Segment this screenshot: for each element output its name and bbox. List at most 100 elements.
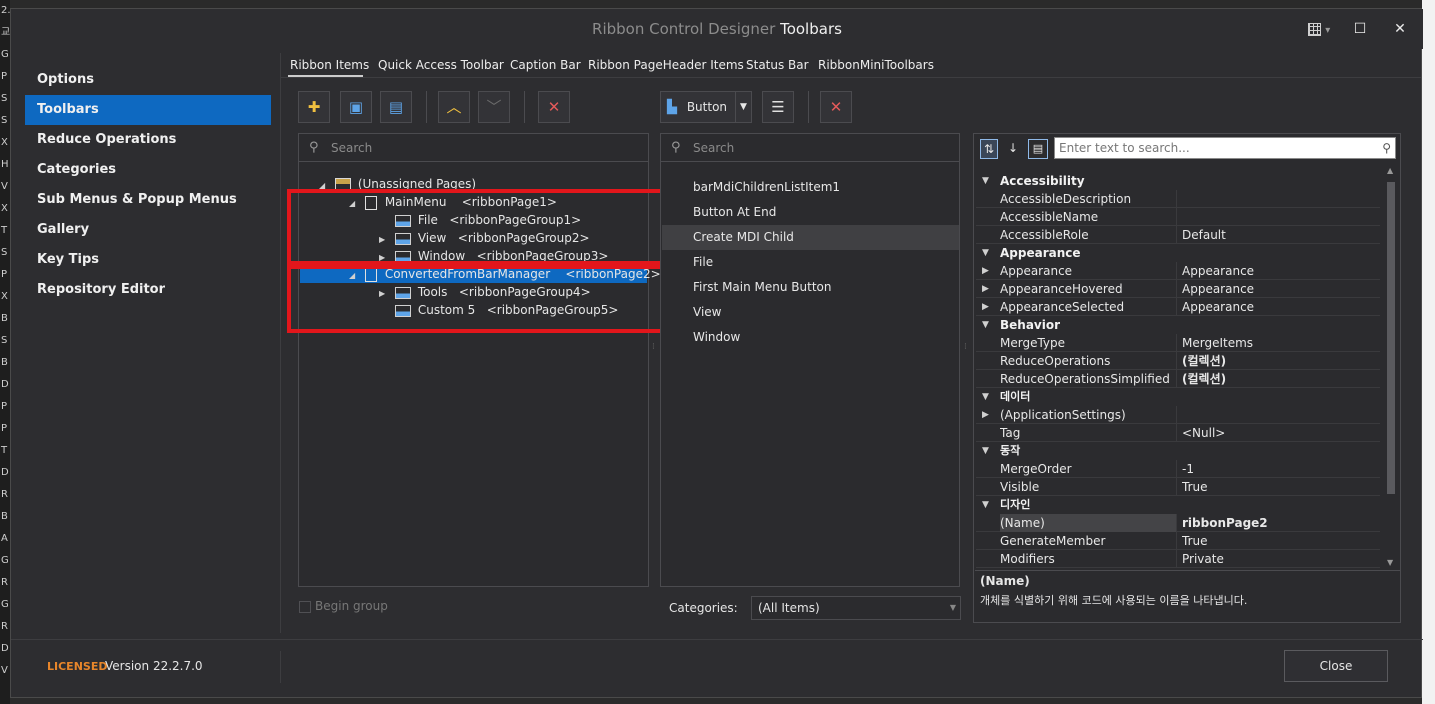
list-item[interactable]: Window [662, 325, 959, 350]
property-name: ReduceOperations [1000, 352, 1177, 370]
property-row[interactable]: MergeType MergeItems [976, 334, 1380, 352]
property-value[interactable]: True [1182, 532, 1378, 550]
property-row[interactable]: AccessibleRole Default [976, 226, 1380, 244]
layout-menu-button[interactable]: ▾ [1301, 17, 1337, 41]
move-down-button[interactable]: ﹀ [478, 91, 510, 123]
nav-item-options[interactable]: Options [25, 65, 271, 95]
property-search-input[interactable]: Enter text to search... ⚲ [1054, 137, 1396, 159]
tab-status-bar[interactable]: Status Bar [746, 54, 809, 76]
splitter-grip[interactable]: ⁞ [964, 343, 968, 359]
tab-quick-access-toolbar[interactable]: Quick Access Toolbar [378, 54, 504, 76]
nav-item-gallery[interactable]: Gallery [25, 215, 271, 245]
property-category[interactable]: ▼ 데이터 [976, 388, 1382, 406]
scroll-down-icon[interactable]: ▼ [1387, 558, 1393, 567]
close-window-button[interactable]: ✕ [1387, 17, 1413, 41]
version-label: Version 22.2.7.0 [105, 659, 203, 673]
collapse-arrow-icon: ▼ [982, 176, 989, 186]
nav-item-categories[interactable]: Categories [25, 155, 271, 185]
property-name: MergeOrder [1000, 460, 1177, 478]
property-value[interactable]: ribbonPage2 [1182, 514, 1378, 532]
add-group-button[interactable]: ▣ [340, 91, 372, 123]
property-row[interactable]: ▶ (ApplicationSettings) [976, 406, 1380, 424]
property-row[interactable]: AccessibleDescription [976, 190, 1380, 208]
nav-divider [280, 53, 281, 633]
expand-arrow-icon: ▶ [982, 302, 989, 312]
tab-caption-bar[interactable]: Caption Bar [510, 54, 581, 76]
property-scrollbar[interactable]: ▲ ▼ [1384, 166, 1398, 570]
property-row[interactable]: ReduceOperationsSimplified (컬렉션) [976, 370, 1380, 388]
chevron-down-icon: ﹀ [486, 98, 502, 116]
delete-bar-item-button[interactable]: ✕ [820, 91, 852, 123]
nav-item-repository-editor[interactable]: Repository Editor [25, 275, 271, 305]
list-item[interactable]: barMdiChildrenListItem1 [662, 175, 959, 200]
add-bar-item-button[interactable]: ☰ [762, 91, 794, 123]
add-page-button[interactable]: ✚ [298, 91, 330, 123]
categories-dropdown[interactable]: (All Items) ▼ [751, 596, 961, 620]
add-item-button[interactable]: ▤ [380, 91, 412, 123]
splitter-grip[interactable]: ⁞ [652, 343, 656, 359]
property-value[interactable]: Default [1182, 226, 1378, 244]
scroll-up-icon[interactable]: ▲ [1387, 166, 1393, 175]
chevron-down-icon: ▼ [949, 603, 956, 612]
property-row[interactable]: MergeOrder -1 [976, 460, 1380, 478]
property-category[interactable]: ▼ Appearance [976, 244, 1382, 262]
nav-item-reduce-operations[interactable]: Reduce Operations [25, 125, 271, 155]
collapse-arrow-icon: ▼ [982, 320, 989, 330]
property-row[interactable]: ▶ Appearance Appearance [976, 262, 1380, 280]
tree-search-box[interactable]: ⚲ Search [299, 134, 648, 162]
property-category[interactable]: ▼ 동작 [976, 442, 1382, 460]
scrollbar-thumb[interactable] [1387, 182, 1395, 494]
list-item[interactable]: File [662, 250, 959, 275]
property-category[interactable]: ▼ Behavior [976, 316, 1382, 334]
title-bar[interactable]: Ribbon Control Designer Toolbars ▾ ☐ ✕ [11, 9, 1423, 49]
property-category[interactable]: ▼ Accessibility [976, 172, 1382, 190]
property-value[interactable]: -1 [1182, 460, 1378, 478]
move-up-button[interactable]: ︿ [438, 91, 470, 123]
items-search-box[interactable]: ⚲ Search [661, 134, 959, 162]
begin-group-checkbox[interactable] [299, 601, 311, 613]
title-prefix: Ribbon Control Designer [592, 20, 776, 38]
property-value[interactable]: (컬렉션) [1182, 370, 1378, 388]
list-item[interactable]: First Main Menu Button [662, 275, 959, 300]
nav-item-toolbars[interactable]: Toolbars [25, 95, 271, 125]
categorized-view-button[interactable]: ⇅ [980, 139, 998, 159]
maximize-button[interactable]: ☐ [1347, 17, 1373, 41]
property-row[interactable]: Modifiers Private [976, 550, 1380, 568]
tab-ribbon-items[interactable]: Ribbon Items [290, 54, 369, 76]
property-row[interactable]: ReduceOperations (컬렉션) [976, 352, 1380, 370]
item-type-dropdown[interactable]: ▙ Button ▼ [660, 91, 752, 123]
list-item[interactable]: View [662, 300, 959, 325]
property-value[interactable]: Appearance [1182, 298, 1378, 316]
property-name: Visible [1000, 478, 1177, 496]
property-category[interactable]: ▼ 디자인 [976, 496, 1382, 514]
property-value[interactable]: Private [1182, 550, 1378, 568]
property-row-selected[interactable]: (Name) ribbonPage2 [976, 514, 1380, 532]
delete-button[interactable]: ✕ [538, 91, 570, 123]
license-badge: LICENSED [47, 660, 108, 673]
alphabetical-view-button[interactable]: ↓ [1004, 139, 1022, 159]
title-main: Toolbars [780, 20, 842, 38]
add-page-icon: ✚ [307, 98, 321, 116]
items-search-placeholder: Search [693, 141, 735, 155]
close-button[interactable]: Close [1284, 650, 1388, 682]
property-pages-button[interactable]: ▤ [1028, 139, 1048, 159]
tab-ribbon-mini-toolbars[interactable]: RibbonMiniToolbars [818, 54, 934, 76]
property-value[interactable]: True [1182, 478, 1378, 496]
property-value[interactable]: (컬렉션) [1182, 352, 1378, 370]
nav-item-sub-menus[interactable]: Sub Menus & Popup Menus [25, 185, 271, 215]
property-value[interactable]: MergeItems [1182, 334, 1378, 352]
property-row[interactable]: GenerateMember True [976, 532, 1380, 550]
property-value[interactable]: Appearance [1182, 280, 1378, 298]
property-row[interactable]: AccessibleName [976, 208, 1380, 226]
nav-item-key-tips[interactable]: Key Tips [25, 245, 271, 275]
list-item[interactable]: Button At End [662, 200, 959, 225]
tab-ribbon-pageheader-items[interactable]: Ribbon PageHeader Items [588, 54, 744, 76]
property-row[interactable]: ▶ AppearanceHovered Appearance [976, 280, 1380, 298]
list-item[interactable]: Create MDI Child [662, 225, 959, 250]
property-value[interactable]: Appearance [1182, 262, 1378, 280]
property-row[interactable]: Tag <Null> [976, 424, 1380, 442]
property-value[interactable]: <Null> [1182, 424, 1378, 442]
ribbon-designer-dialog: Ribbon Control Designer Toolbars ▾ ☐ ✕ O… [10, 8, 1423, 698]
property-row[interactable]: ▶ AppearanceSelected Appearance [976, 298, 1380, 316]
property-row[interactable]: Visible True [976, 478, 1380, 496]
